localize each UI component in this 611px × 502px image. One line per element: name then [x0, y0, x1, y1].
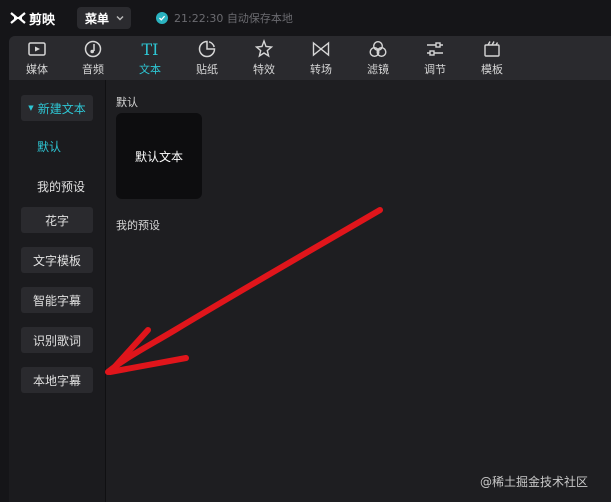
tab-label: 模板 — [481, 63, 503, 76]
tab-label: 音频 — [82, 63, 104, 76]
resource-toolbar: 媒体 音频 TI 文本 贴纸 特效 转场 滤镜 调节 模板 — [9, 36, 611, 80]
menu-label: 菜单 — [85, 11, 110, 26]
sidebar-item-text-templates[interactable]: 文字模板 — [21, 247, 93, 273]
tab-label: 贴纸 — [196, 63, 218, 76]
template-icon — [484, 41, 500, 57]
capcut-logo-icon — [10, 12, 26, 24]
section-title-default: 默认 — [116, 96, 138, 109]
sidebar-item-local-captions[interactable]: 本地字幕 — [21, 367, 93, 393]
tab-effects[interactable]: 特效 — [241, 38, 287, 78]
tab-label: 文本 — [139, 63, 161, 76]
svg-text:TI: TI — [142, 40, 159, 59]
tab-adjust[interactable]: 调节 — [412, 38, 458, 78]
adjust-icon — [427, 42, 443, 56]
tab-label: 滤镜 — [367, 63, 389, 76]
text-category-sidebar: ▼ 新建文本 默认 我的预设 花字 文字模板 智能字幕 识别歌词 本地字幕 — [9, 80, 106, 502]
chevron-down-icon — [116, 16, 124, 21]
tab-label: 特效 — [253, 63, 275, 76]
sidebar-item-new-text[interactable]: ▼ 新建文本 — [21, 95, 93, 121]
tab-label: 调节 — [424, 63, 446, 76]
audio-icon — [84, 40, 102, 58]
sidebar-item-label: 新建文本 — [37, 101, 86, 116]
tab-label: 媒体 — [26, 63, 48, 76]
caret-down-icon: ▼ — [28, 104, 34, 112]
effects-icon — [254, 38, 274, 58]
app-logo: 剪映 — [10, 9, 56, 28]
autosave-status: 21:22:30 自动保存本地 — [156, 10, 293, 26]
sticker-icon — [198, 40, 216, 58]
sidebar-item-fancy-text[interactable]: 花字 — [21, 207, 93, 233]
app-name: 剪映 — [29, 12, 56, 28]
top-bar: 剪映 菜单 21:22:30 自动保存本地 — [0, 0, 611, 36]
transition-icon — [312, 41, 330, 57]
check-icon — [156, 12, 168, 24]
sidebar-item-lyrics-recognition[interactable]: 识别歌词 — [21, 327, 93, 353]
section-title-my-presets: 我的预设 — [116, 219, 160, 232]
tab-label: 转场 — [310, 63, 332, 76]
tab-filters[interactable]: 滤镜 — [355, 38, 401, 78]
tab-templates[interactable]: 模板 — [469, 38, 515, 78]
tab-text[interactable]: TI 文本 — [127, 38, 173, 78]
tab-audio[interactable]: 音频 — [70, 38, 116, 78]
tab-transitions[interactable]: 转场 — [298, 38, 344, 78]
sidebar-subitem-my-presets[interactable]: 我的预设 — [37, 178, 85, 195]
text-presets-area: 默认 默认文本 我的预设 — [106, 80, 611, 502]
media-icon — [28, 42, 46, 56]
autosave-text: 21:22:30 自动保存本地 — [174, 12, 293, 25]
text-icon: TI — [142, 40, 159, 59]
watermark: @稀土掘金技术社区 — [480, 475, 589, 489]
editor-panel: 媒体 音频 TI 文本 贴纸 特效 转场 滤镜 调节 模板 ▼ 新建文本 默认 … — [9, 36, 611, 502]
tab-stickers[interactable]: 贴纸 — [184, 38, 230, 78]
sidebar-subitem-default[interactable]: 默认 — [37, 138, 61, 155]
sidebar-item-auto-captions[interactable]: 智能字幕 — [21, 287, 93, 313]
menu-button[interactable]: 菜单 — [77, 7, 131, 29]
filter-icon — [369, 40, 387, 58]
default-text-card[interactable]: 默认文本 — [116, 113, 202, 199]
tab-media[interactable]: 媒体 — [14, 38, 60, 78]
